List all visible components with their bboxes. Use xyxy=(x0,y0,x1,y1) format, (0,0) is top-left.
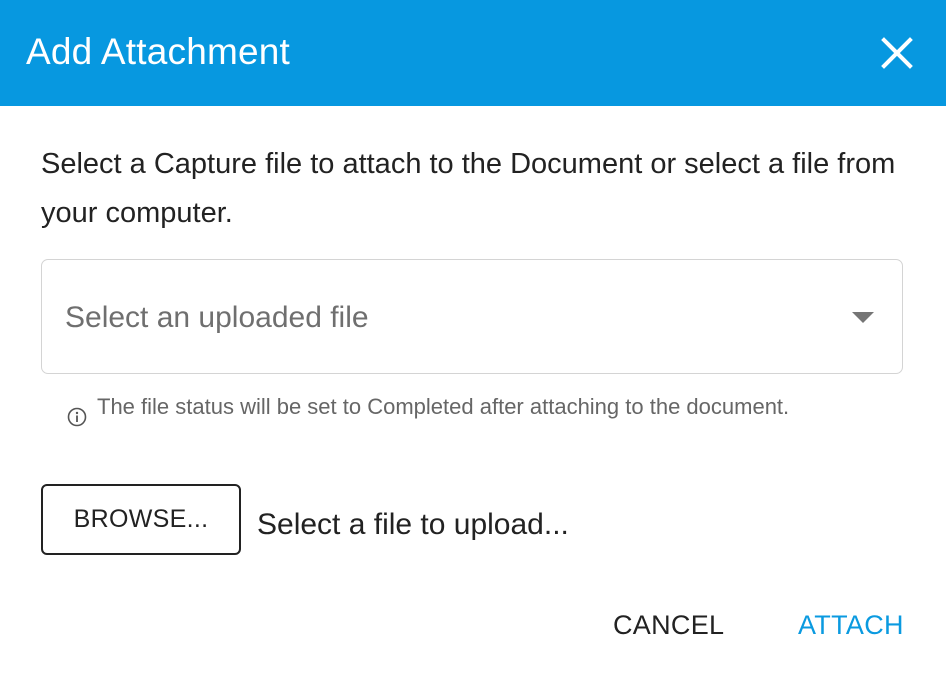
dialog-title: Add Attachment xyxy=(26,31,291,72)
cancel-button[interactable]: CANCEL xyxy=(613,603,724,647)
helper-text: The file status will be set to Completed… xyxy=(97,394,790,419)
select-placeholder: Select an uploaded file xyxy=(65,301,369,334)
attach-button[interactable]: ATTACH xyxy=(798,603,904,647)
dropdown-arrow-icon xyxy=(852,312,874,323)
dialog-header: Add Attachment xyxy=(0,0,946,106)
browse-button[interactable]: BROWSE... xyxy=(41,484,241,555)
uploaded-file-select[interactable]: Select an uploaded file xyxy=(41,259,903,374)
info-icon xyxy=(67,407,87,427)
file-upload-status: Select a file to upload... xyxy=(257,508,569,541)
close-icon[interactable] xyxy=(876,32,918,74)
add-attachment-dialog: Add Attachment Select a Capture file to … xyxy=(0,0,946,674)
dialog-description: Select a Capture file to attach to the D… xyxy=(41,148,896,229)
